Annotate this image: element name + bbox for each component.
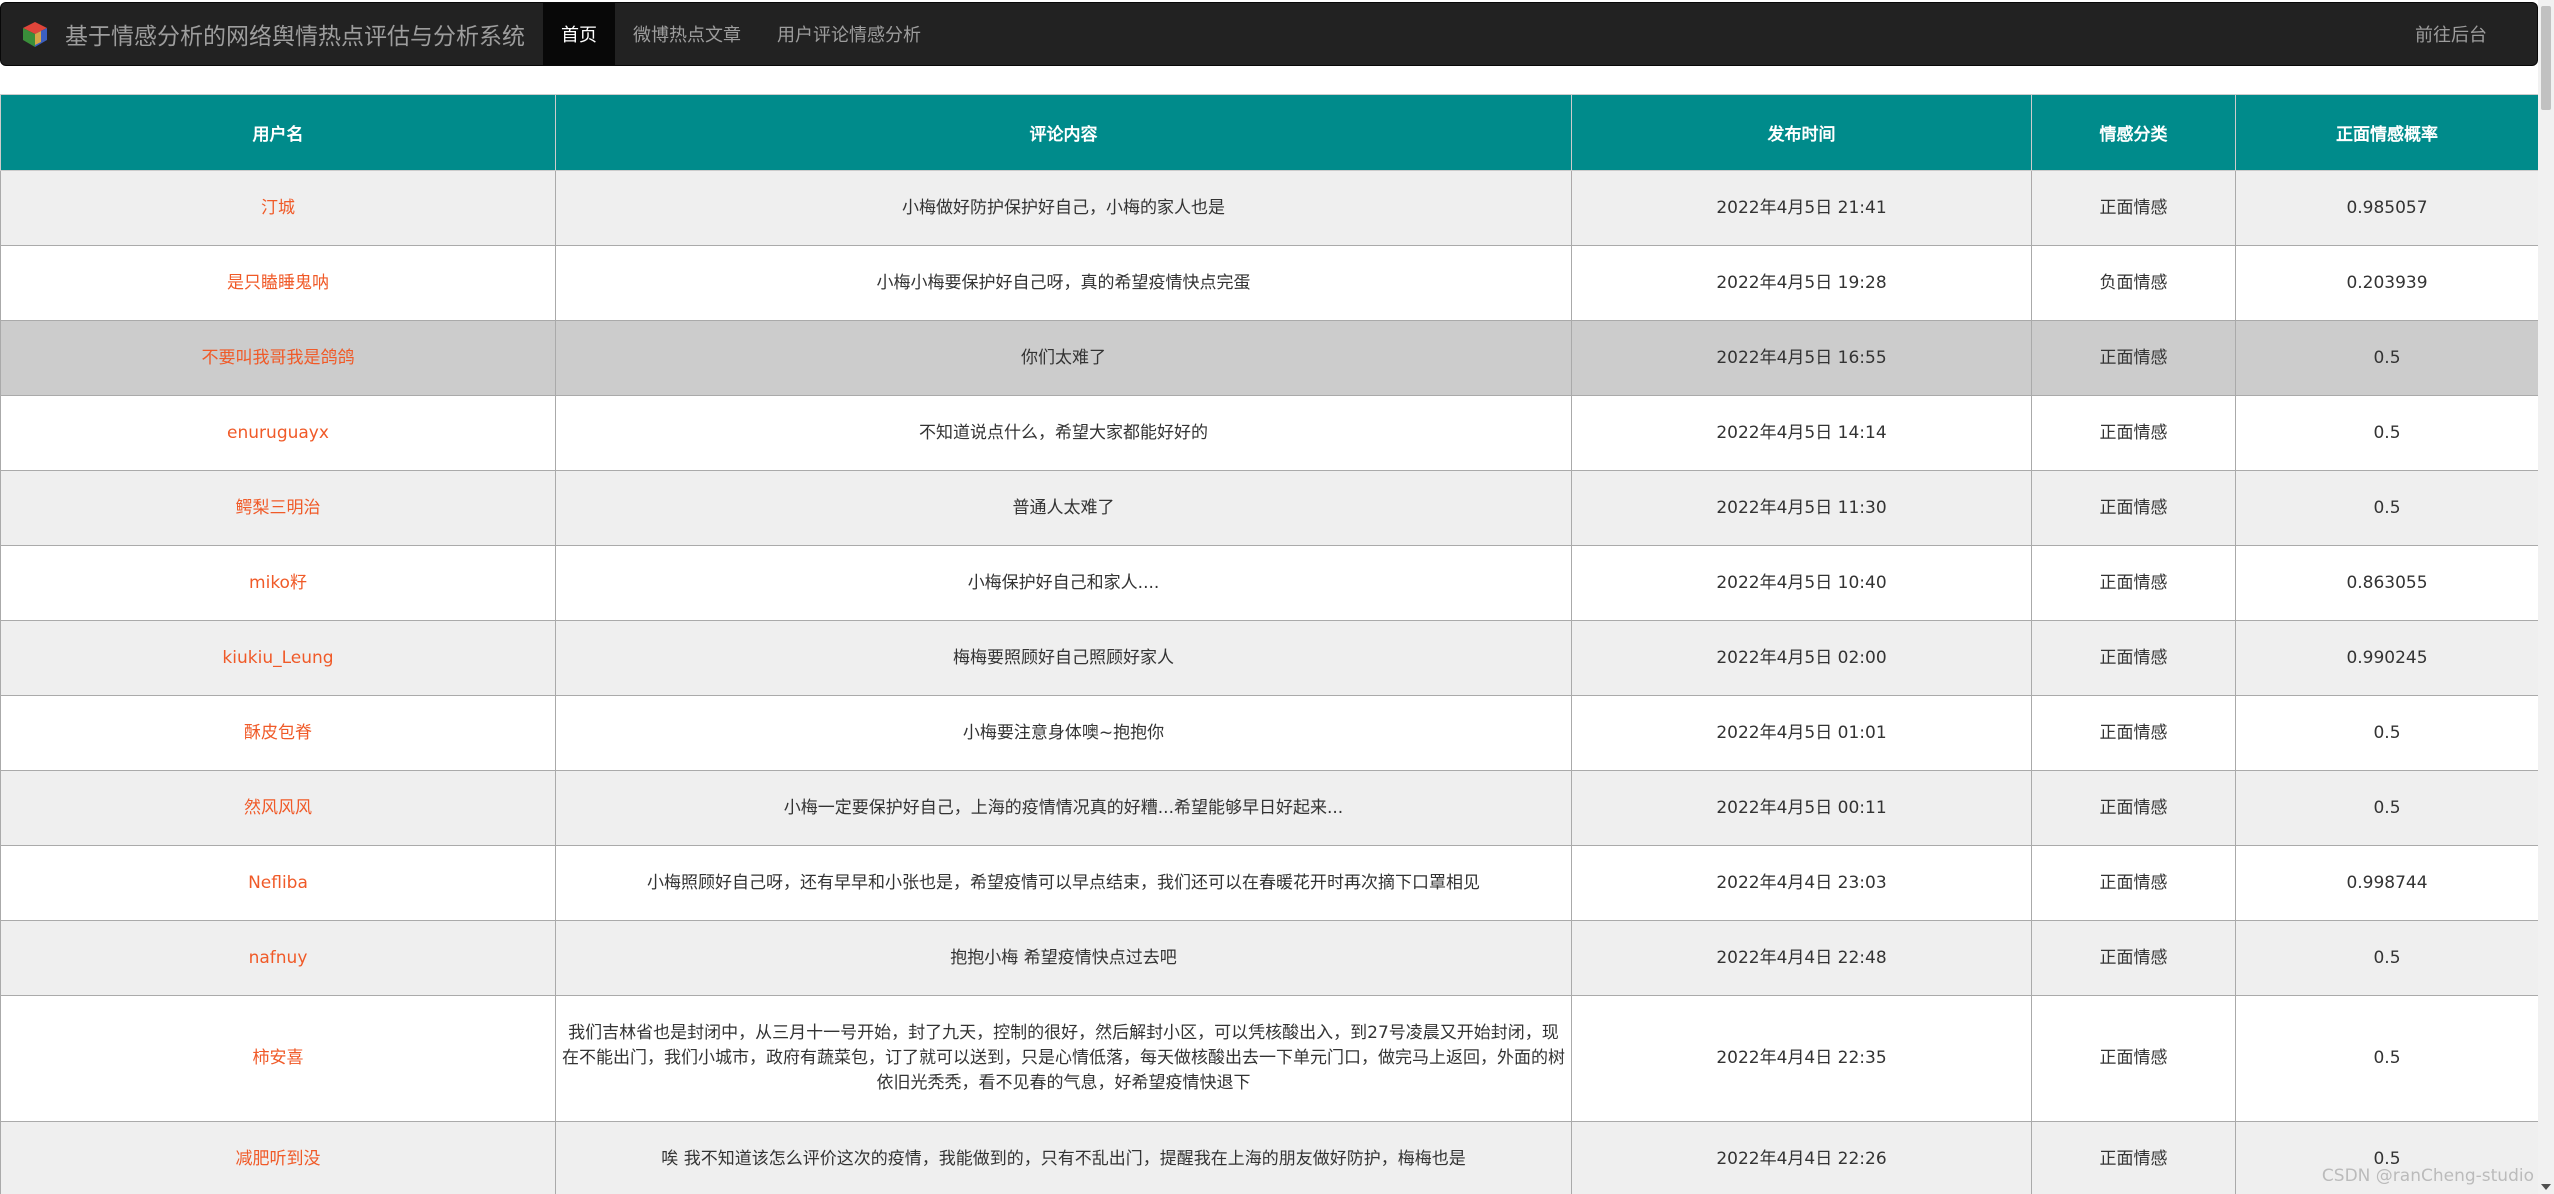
table-row: miko籽 小梅保护好自己和家人.... 2022年4月5日 10:40 正面情… (0, 545, 2539, 621)
time-cell: 2022年4月5日 21:41 (1571, 170, 2032, 246)
probability-cell: 0.5 (2235, 695, 2539, 771)
username-cell[interactable]: Nefliba (0, 845, 556, 921)
time-cell: 2022年4月5日 19:28 (1571, 245, 2032, 321)
content-cell: 不知道说点什么，希望大家都能好好的 (555, 395, 1572, 471)
nav-menu: 首页 微博热点文章 用户评论情感分析 (543, 3, 939, 65)
nav-item-home[interactable]: 首页 (543, 3, 615, 65)
probability-cell: 0.5 (2235, 395, 2539, 471)
content-cell: 小梅要注意身体噢~抱抱你 (555, 695, 1572, 771)
table-row: nafnuy 抱抱小梅 希望疫情快点过去吧 2022年4月4日 22:48 正面… (0, 920, 2539, 996)
scroll-down-arrow-icon[interactable] (2541, 1184, 2551, 1190)
sentiment-cell: 正面情感 (2031, 545, 2236, 621)
sentiment-cell: 正面情感 (2031, 920, 2236, 996)
column-header-sentiment: 情感分类 (2031, 94, 2236, 171)
probability-cell: 0.863055 (2235, 545, 2539, 621)
table-row: kiukiu_Leung 梅梅要照顾好自己照顾好家人 2022年4月5日 02:… (0, 620, 2539, 696)
content-cell: 小梅小梅要保护好自己呀，真的希望疫情快点完蛋 (555, 245, 1572, 321)
sentiment-cell: 正面情感 (2031, 695, 2236, 771)
time-cell: 2022年4月5日 01:01 (1571, 695, 2032, 771)
vertical-scrollbar[interactable] (2538, 0, 2554, 1194)
probability-cell: 0.203939 (2235, 245, 2539, 321)
username-cell[interactable]: kiukiu_Leung (0, 620, 556, 696)
table-row: enuruguayx 不知道说点什么，希望大家都能好好的 2022年4月5日 1… (0, 395, 2539, 471)
table-row: Nefliba 小梅照顾好自己呀，还有早早和小张也是，希望疫情可以早点结束，我们… (0, 845, 2539, 921)
content-cell: 小梅一定要保护好自己，上海的疫情情况真的好糟...希望能够早日好起来... (555, 770, 1572, 846)
sentiment-cell: 负面情感 (2031, 245, 2236, 321)
username-cell[interactable]: nafnuy (0, 920, 556, 996)
username-cell[interactable]: enuruguayx (0, 395, 556, 471)
table-row: 不要叫我哥我是鸽鸽 你们太难了 2022年4月5日 16:55 正面情感 0.5 (0, 320, 2539, 396)
content-cell: 小梅保护好自己和家人.... (555, 545, 1572, 621)
username-cell[interactable]: 柿安喜 (0, 995, 556, 1122)
sentiment-cell: 正面情感 (2031, 470, 2236, 546)
brand[interactable]: 基于情感分析的网络舆情热点评估与分析系统 (1, 3, 525, 65)
username-cell[interactable]: 鳄梨三明治 (0, 470, 556, 546)
comments-table: 用户名 评论内容 发布时间 情感分类 正面情感概率 汀城 小梅做好防护保护好自己… (0, 94, 2539, 1194)
sentiment-cell: 正面情感 (2031, 170, 2236, 246)
column-header-probability: 正面情感概率 (2235, 94, 2539, 171)
watermark: CSDN @ranCheng-studio (2321, 1166, 2534, 1186)
nav-item-weibo-hot-articles[interactable]: 微博热点文章 (615, 3, 759, 65)
sentiment-cell: 正面情感 (2031, 1121, 2236, 1194)
table-row: 柿安喜 我们吉林省也是封闭中，从三月十一号开始，封了九天，控制的很好，然后解封小… (0, 995, 2539, 1122)
content-cell: 小梅做好防护保护好自己，小梅的家人也是 (555, 170, 1572, 246)
content-cell: 我们吉林省也是封闭中，从三月十一号开始，封了九天，控制的很好，然后解封小区，可以… (555, 995, 1572, 1122)
table-row: 酥皮包脊 小梅要注意身体噢~抱抱你 2022年4月5日 01:01 正面情感 0… (0, 695, 2539, 771)
sentiment-cell: 正面情感 (2031, 845, 2236, 921)
column-header-time: 发布时间 (1571, 94, 2032, 171)
probability-cell: 0.990245 (2235, 620, 2539, 696)
sentiment-cell: 正面情感 (2031, 620, 2236, 696)
content-cell: 小梅照顾好自己呀，还有早早和小张也是，希望疫情可以早点结束，我们还可以在春暖花开… (555, 845, 1572, 921)
sentiment-cell: 正面情感 (2031, 995, 2236, 1122)
time-cell: 2022年4月4日 22:35 (1571, 995, 2032, 1122)
username-cell[interactable]: 不要叫我哥我是鸽鸽 (0, 320, 556, 396)
comments-table-container: 用户名 评论内容 发布时间 情感分类 正面情感概率 汀城 小梅做好防护保护好自己… (0, 94, 2539, 1194)
username-cell[interactable]: 酥皮包脊 (0, 695, 556, 771)
content-cell: 抱抱小梅 希望疫情快点过去吧 (555, 920, 1572, 996)
table-header-row: 用户名 评论内容 发布时间 情感分类 正面情感概率 (0, 94, 2539, 171)
scrollbar-thumb[interactable] (2541, 6, 2551, 110)
table-row: 减肥听到没 唉 我不知道该怎么评价这次的疫情，我能做到的，只有不乱出门，提醒我在… (0, 1121, 2539, 1194)
top-navbar: 基于情感分析的网络舆情热点评估与分析系统 首页 微博热点文章 用户评论情感分析 … (0, 2, 2538, 66)
probability-cell: 0.5 (2235, 920, 2539, 996)
time-cell: 2022年4月4日 22:48 (1571, 920, 2032, 996)
probability-cell: 0.5 (2235, 320, 2539, 396)
content-cell: 你们太难了 (555, 320, 1572, 396)
time-cell: 2022年4月4日 23:03 (1571, 845, 2032, 921)
probability-cell: 0.5 (2235, 470, 2539, 546)
column-header-content: 评论内容 (555, 94, 1572, 171)
time-cell: 2022年4月5日 14:14 (1571, 395, 2032, 471)
username-cell[interactable]: 汀城 (0, 170, 556, 246)
time-cell: 2022年4月5日 02:00 (1571, 620, 2032, 696)
username-cell[interactable]: 是只瞌睡鬼呐 (0, 245, 556, 321)
probability-cell: 0.5 (2235, 770, 2539, 846)
table-row: 鳄梨三明治 普通人太难了 2022年4月5日 11:30 正面情感 0.5 (0, 470, 2539, 546)
content-cell: 普通人太难了 (555, 470, 1572, 546)
time-cell: 2022年4月5日 00:11 (1571, 770, 2032, 846)
username-cell[interactable]: 减肥听到没 (0, 1121, 556, 1194)
sentiment-cell: 正面情感 (2031, 395, 2236, 471)
username-cell[interactable]: 然风风风 (0, 770, 556, 846)
username-cell[interactable]: miko籽 (0, 545, 556, 621)
column-header-username: 用户名 (0, 94, 556, 171)
page: 基于情感分析的网络舆情热点评估与分析系统 首页 微博热点文章 用户评论情感分析 … (0, 0, 2554, 1194)
table-row: 是只瞌睡鬼呐 小梅小梅要保护好自己呀，真的希望疫情快点完蛋 2022年4月5日 … (0, 245, 2539, 321)
table-row: 汀城 小梅做好防护保护好自己，小梅的家人也是 2022年4月5日 21:41 正… (0, 170, 2539, 246)
time-cell: 2022年4月5日 10:40 (1571, 545, 2032, 621)
admin-link[interactable]: 前往后台 (2397, 3, 2537, 65)
probability-cell: 0.985057 (2235, 170, 2539, 246)
sentiment-cell: 正面情感 (2031, 770, 2236, 846)
sentiment-cell: 正面情感 (2031, 320, 2236, 396)
cube-logo-icon (23, 22, 47, 47)
content-cell: 唉 我不知道该怎么评价这次的疫情，我能做到的，只有不乱出门，提醒我在上海的朋友做… (555, 1121, 1572, 1194)
probability-cell: 0.5 (2235, 995, 2539, 1122)
time-cell: 2022年4月5日 11:30 (1571, 470, 2032, 546)
app-title: 基于情感分析的网络舆情热点评估与分析系统 (65, 24, 525, 50)
content-cell: 梅梅要照顾好自己照顾好家人 (555, 620, 1572, 696)
time-cell: 2022年4月4日 22:26 (1571, 1121, 2032, 1194)
nav-item-comment-sentiment[interactable]: 用户评论情感分析 (759, 3, 939, 65)
probability-cell: 0.998744 (2235, 845, 2539, 921)
time-cell: 2022年4月5日 16:55 (1571, 320, 2032, 396)
table-row: 然风风风 小梅一定要保护好自己，上海的疫情情况真的好糟...希望能够早日好起来.… (0, 770, 2539, 846)
